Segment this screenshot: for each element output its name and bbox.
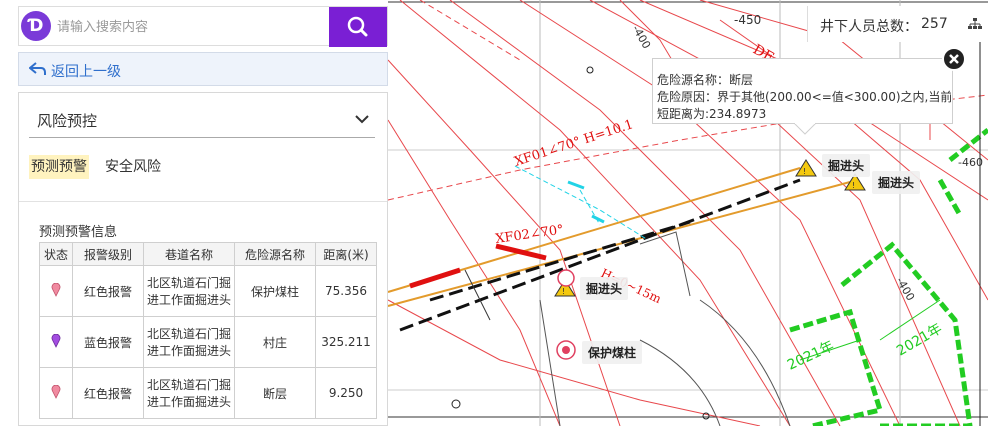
personnel-label: 井下人员总数： — [820, 19, 918, 35]
divider — [19, 201, 387, 202]
warning-table: 状态 报警级别 巷道名称 危险源名称 距离(米) 红色报警 北区轨道石门掘进工作… — [39, 242, 377, 419]
svg-text:!: ! — [852, 181, 855, 190]
contour-label: -460 — [958, 156, 983, 169]
heading-label[interactable]: 掘进头 — [580, 277, 629, 300]
source-cell: 村庄 — [234, 316, 316, 368]
left-panel: Ɗ 返回上一级 风险预控 预测预警 安全风险 预测预警信息 — [18, 6, 388, 426]
contour-label: -450 — [734, 13, 761, 27]
alarm-icon[interactable] — [556, 340, 576, 360]
tab-safety-risk[interactable]: 安全风险 — [105, 155, 161, 179]
svg-text:!: ! — [803, 167, 806, 176]
map-pin-icon — [51, 282, 61, 297]
back-button[interactable]: 返回上一级 — [18, 52, 388, 86]
app-logo-icon: Ɗ — [21, 11, 51, 41]
popup-hazard-reason: 危险原因：界于其他(200.00<=值<300.00)之内,当前最 — [657, 90, 951, 104]
personnel-count: 257 — [921, 16, 948, 32]
column-header: 报警级别 — [72, 242, 144, 266]
popup-arrow — [794, 123, 816, 135]
risk-select[interactable]: 风险预控 — [29, 101, 375, 138]
column-header: 状态 — [39, 242, 73, 266]
level-cell: 红色报警 — [72, 265, 144, 317]
back-arrow-icon — [29, 62, 46, 75]
svg-text:!: ! — [562, 287, 565, 296]
status-cell — [39, 367, 73, 419]
search-input[interactable] — [55, 15, 329, 39]
table-row[interactable]: 红色报警 北区轨道石门掘进工作面掘进头 保护煤柱 75.356 — [39, 265, 377, 317]
search-button[interactable] — [329, 7, 387, 47]
column-header: 危险源名称 — [234, 242, 316, 266]
table-row[interactable]: 蓝色报警 北区轨道石门掘进工作面掘进头 村庄 325.211 — [39, 316, 377, 368]
org-chart-icon[interactable] — [968, 18, 982, 30]
lane-cell: 北区轨道石门掘进工作面掘进头 — [143, 316, 235, 368]
status-cell — [39, 265, 73, 317]
close-popup-button[interactable] — [942, 47, 966, 71]
search-icon — [347, 16, 368, 37]
lane-cell: 北区轨道石门掘进工作面掘进头 — [143, 367, 235, 419]
map-pin-icon — [51, 384, 61, 399]
personnel-panel: 井下人员总数： 257 — [807, 6, 988, 42]
alarm-icon[interactable] — [557, 269, 575, 287]
status-cell — [39, 316, 73, 368]
popup-distance: 短距离为:234.8973 — [657, 107, 767, 121]
search-bar: Ɗ — [18, 6, 388, 47]
lane-cell: 北区轨道石门掘进工作面掘进头 — [143, 265, 235, 317]
source-cell: 断层 — [234, 367, 316, 419]
hazard-popup: 危险源名称：断层 危险原因：界于其他(200.00<=值<300.00)之内,当… — [652, 58, 953, 124]
column-header: 巷道名称 — [143, 242, 235, 266]
pillar-label[interactable]: 保护煤柱 — [582, 341, 643, 364]
chevron-down-icon — [355, 115, 369, 124]
heading-label[interactable]: 掘进头 — [872, 171, 921, 194]
warning-info-title: 预测预警信息 — [39, 225, 118, 240]
distance-cell: 325.211 — [315, 316, 377, 368]
close-icon — [949, 54, 959, 64]
heading-label[interactable]: 掘进头 — [822, 154, 871, 177]
distance-cell: 75.356 — [315, 265, 377, 317]
column-header: 距离(米) — [315, 242, 377, 266]
map-pin-icon — [51, 333, 61, 348]
popup-hazard-name: 危险源名称：断层 — [657, 73, 754, 87]
tab-forecast-warning[interactable]: 预测预警 — [29, 155, 89, 179]
level-cell: 红色报警 — [72, 367, 144, 419]
risk-select-value: 风险预控 — [37, 112, 98, 130]
risk-card: 风险预控 预测预警 安全风险 预测预警信息 状态 报警级别 巷道名称 危险源名称… — [18, 92, 388, 426]
distance-cell: 9.250 — [315, 367, 377, 419]
level-cell: 蓝色报警 — [72, 316, 144, 368]
table-row[interactable]: 红色报警 北区轨道石门掘进工作面掘进头 断层 9.250 — [39, 367, 377, 419]
back-label: 返回上一级 — [51, 64, 121, 80]
source-cell: 保护煤柱 — [234, 265, 316, 317]
